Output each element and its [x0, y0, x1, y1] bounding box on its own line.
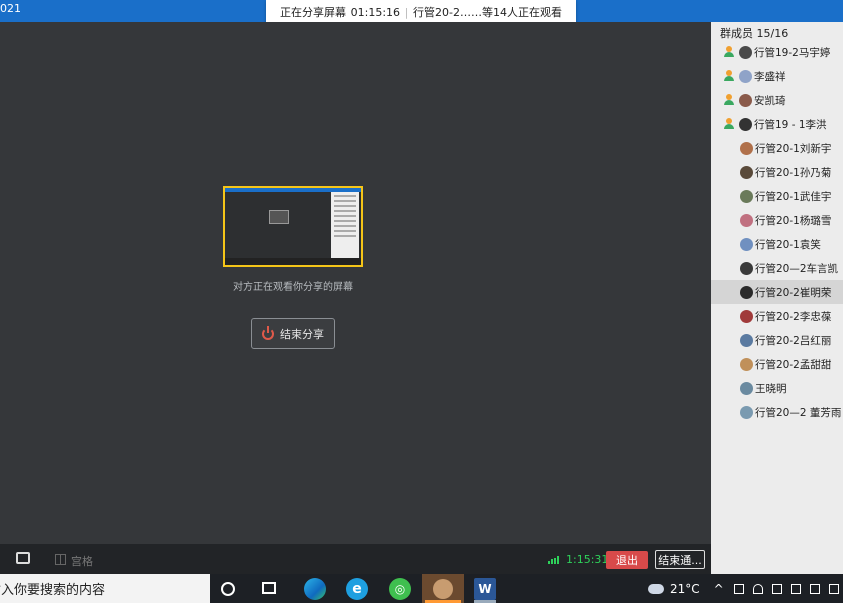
- member-item[interactable]: 行管20-1杨璐雪: [711, 208, 843, 232]
- volume-icon[interactable]: [790, 583, 801, 594]
- member-item[interactable]: 行管20—2 董芳雨: [711, 400, 843, 424]
- window-title-fragment: 021: [0, 2, 21, 15]
- preview-mini-window: [269, 210, 289, 224]
- host-role-icon: [723, 70, 735, 82]
- ie-browser-icon[interactable]: e: [346, 578, 368, 600]
- network-icon[interactable]: [771, 583, 782, 594]
- member-name: 行管20-2李忠葆: [755, 310, 832, 323]
- host-role-icon: [723, 94, 735, 106]
- member-name: 行管20—2车言凯: [755, 262, 839, 275]
- avatar: [739, 117, 752, 131]
- wifi-icon[interactable]: [752, 583, 763, 594]
- avatar: [740, 309, 753, 323]
- member-name: 李盛祥: [754, 70, 786, 83]
- windows-taskbar: 输入你要搜索的内容 e ◎ W 21°C ^: [0, 574, 843, 603]
- member-count-header: 群成员 15/16: [720, 27, 789, 40]
- leave-button[interactable]: 退出: [606, 551, 648, 569]
- avatar: [740, 261, 753, 275]
- host-role-icon: [723, 118, 735, 130]
- share-viewers-text: 行管20-2……等14人正在观看: [413, 6, 562, 19]
- end-share-button[interactable]: 结束分享: [251, 318, 335, 349]
- tray-app-icon[interactable]: [733, 583, 744, 594]
- meeting-control-bar: 宫格 1:15:31 退出 结束通...: [0, 544, 711, 574]
- avatar: [740, 213, 753, 227]
- battery-icon[interactable]: [809, 583, 820, 594]
- chevron-up-icon[interactable]: ^: [714, 582, 724, 596]
- member-name: 行管19 - 1李洪: [754, 118, 827, 131]
- member-item[interactable]: 行管20-1武佳宇: [711, 184, 843, 208]
- member-name: 行管20-1袁笑: [755, 238, 821, 251]
- avatar: [740, 333, 753, 347]
- member-name: 安凯琦: [754, 94, 786, 107]
- member-name: 行管20-1武佳宇: [755, 190, 832, 203]
- member-item[interactable]: 行管20-2吕红丽: [711, 328, 843, 352]
- avatar: [740, 405, 753, 419]
- share-status-banner: 正在分享屏幕 01:15:16 | 行管20-2……等14人正在观看: [266, 0, 576, 24]
- member-item[interactable]: 行管20—2车言凯: [711, 256, 843, 280]
- avatar: [740, 285, 753, 299]
- task-view-icon[interactable]: [262, 582, 276, 594]
- power-icon: [262, 325, 274, 340]
- avatar: [739, 93, 752, 107]
- watching-notice: 对方正在观看你分享的屏幕: [233, 282, 353, 293]
- grid-view-icon[interactable]: [55, 554, 66, 565]
- avatar: [740, 189, 753, 203]
- member-item[interactable]: 行管20-1孙乃菊: [711, 160, 843, 184]
- avatar: [740, 165, 753, 179]
- member-name: 行管20-2崔明荣: [755, 286, 832, 299]
- grid-view-label[interactable]: 宫格: [71, 553, 93, 569]
- notification-icon[interactable]: [828, 583, 839, 594]
- meeting-timer: 1:15:31: [566, 553, 609, 566]
- shared-screen-preview: [223, 186, 363, 267]
- share-status-text: 正在分享屏幕: [280, 6, 346, 19]
- member-item[interactable]: 王晓明: [711, 376, 843, 400]
- edge-browser-icon[interactable]: [304, 578, 326, 600]
- weather-temperature[interactable]: 21°C: [670, 582, 700, 596]
- member-name: 行管20-1刘新宇: [755, 142, 832, 155]
- member-sidebar: 群成员 15/16 行管19-2马宇婷 李盛祥安凯琦行管19 - 1李洪 行管20-…: [711, 22, 843, 574]
- member-item[interactable]: 行管19-2马宇婷: [711, 40, 843, 64]
- member-item[interactable]: 行管20-1刘新宇: [711, 136, 843, 160]
- system-tray: 21°C ^: [648, 574, 843, 603]
- preview-taskbar: [225, 258, 361, 265]
- member-item[interactable]: 行管19 - 1李洪: [711, 112, 843, 136]
- end-share-label: 结束分享: [280, 327, 324, 341]
- member-name: 行管19-2马宇婷: [754, 46, 831, 59]
- avatar: [740, 381, 753, 395]
- member-item[interactable]: 行管20-2孟甜甜: [711, 352, 843, 376]
- member-item[interactable]: 安凯琦: [711, 88, 843, 112]
- host-role-icon: [723, 46, 735, 58]
- avatar: [740, 141, 753, 155]
- member-name: 行管20-1孙乃菊: [755, 166, 832, 179]
- word-app-icon[interactable]: W: [474, 578, 496, 600]
- member-item[interactable]: 李盛祥: [711, 64, 843, 88]
- cortana-icon[interactable]: [221, 582, 235, 596]
- browser-360-icon[interactable]: ◎: [389, 578, 411, 600]
- avatar: [739, 69, 752, 83]
- member-name: 行管20—2 董芳雨: [755, 406, 842, 419]
- share-elapsed-time: 01:15:16: [350, 5, 401, 19]
- avatar: [740, 237, 753, 251]
- signal-strength-icon: [548, 556, 559, 564]
- member-name: 王晓明: [755, 382, 787, 395]
- member-item[interactable]: 行管20-2崔明荣: [711, 280, 843, 304]
- member-item[interactable]: 行管20-2李忠葆: [711, 304, 843, 328]
- end-meeting-button[interactable]: 结束通...: [655, 550, 705, 569]
- avatar: [740, 357, 753, 371]
- search-placeholder: 输入你要搜索的内容: [0, 583, 106, 598]
- weather-cloud-icon[interactable]: [648, 583, 664, 594]
- member-name: 行管20-1杨璐雪: [755, 214, 832, 227]
- banner-divider: |: [404, 5, 409, 19]
- taskbar-search-field[interactable]: 输入你要搜索的内容: [0, 574, 210, 603]
- avatar: [739, 45, 752, 59]
- meeting-app-icon[interactable]: [422, 574, 464, 603]
- presentation-icon[interactable]: [16, 552, 30, 564]
- member-name: 行管20-2吕红丽: [755, 334, 832, 347]
- member-name: 行管20-2孟甜甜: [755, 358, 832, 371]
- preview-member-panel: [331, 192, 359, 258]
- member-item[interactable]: 行管20-1袁笑: [711, 232, 843, 256]
